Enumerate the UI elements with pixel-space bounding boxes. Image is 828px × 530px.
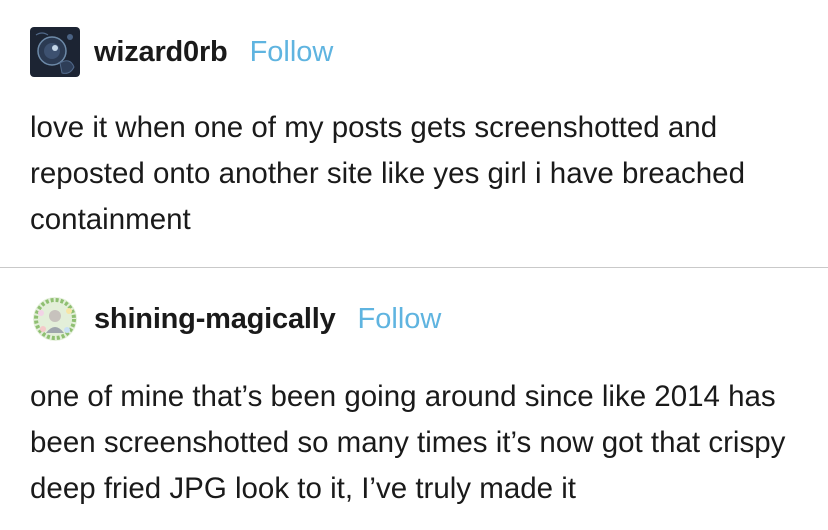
username[interactable]: wizard0rb xyxy=(94,36,228,69)
avatar-orb-icon xyxy=(30,27,80,77)
avatar[interactable] xyxy=(33,297,77,341)
avatar-flower-wreath-icon xyxy=(33,297,77,341)
post-body: love it when one of my posts gets screen… xyxy=(30,111,745,236)
username[interactable]: shining-magically xyxy=(94,303,336,336)
follow-button[interactable]: Follow xyxy=(250,36,334,69)
post-header: shining-magically Follow xyxy=(30,297,441,341)
post-body: one of mine that’s been going around sin… xyxy=(30,380,786,505)
post-divider xyxy=(0,267,828,268)
post-header: wizard0rb Follow xyxy=(30,27,333,77)
avatar[interactable] xyxy=(30,27,80,77)
follow-button[interactable]: Follow xyxy=(358,303,442,336)
